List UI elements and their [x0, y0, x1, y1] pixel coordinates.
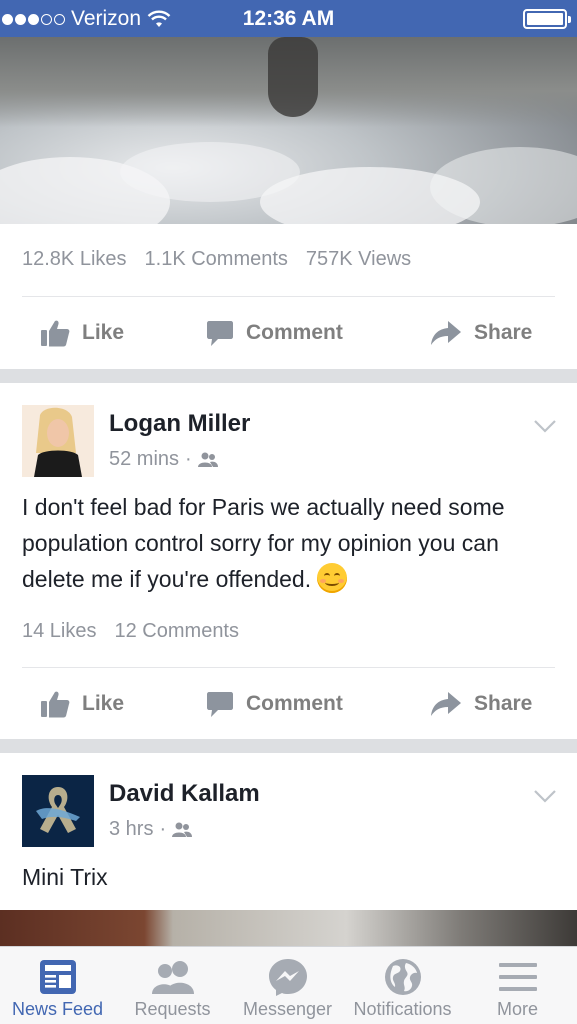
- divider: [22, 296, 555, 297]
- comment-icon: [207, 321, 233, 346]
- post-actions: Like Comment Share: [0, 298, 577, 368]
- video-thumbnail[interactable]: [0, 37, 577, 224]
- share-arrow-icon: [431, 321, 461, 345]
- avatar[interactable]: [22, 775, 94, 847]
- comment-button[interactable]: Comment: [206, 669, 343, 739]
- post-photo[interactable]: [0, 910, 577, 946]
- engagement-stats: 14 Likes 12 Comments: [22, 620, 239, 643]
- news-feed-icon: [39, 960, 76, 994]
- share-arrow-icon: [431, 692, 461, 716]
- post-actions: Like Comment Share: [0, 669, 577, 739]
- like-button[interactable]: Like: [40, 669, 124, 739]
- post-meta: 52 mins ·: [109, 448, 218, 471]
- divider: [22, 667, 555, 668]
- comments-count[interactable]: 12 Comments: [115, 620, 240, 643]
- smiling-face-icon: [317, 563, 348, 593]
- thumbs-up-icon: [41, 691, 70, 718]
- tab-requests[interactable]: Requests: [115, 947, 230, 1024]
- chevron-down-icon[interactable]: [533, 789, 557, 803]
- video-post-footer: 12.8K Likes 1.1K Comments 757K Views Lik…: [0, 224, 577, 369]
- tab-messenger[interactable]: Messenger: [230, 947, 345, 1024]
- post-time[interactable]: 52 mins: [109, 448, 179, 471]
- friends-icon: [197, 452, 218, 467]
- share-button[interactable]: Share: [430, 669, 532, 739]
- engagement-stats: 12.8K Likes 1.1K Comments 757K Views: [22, 248, 411, 271]
- comments-count[interactable]: 1.1K Comments: [145, 248, 288, 271]
- comment-button[interactable]: Comment: [206, 298, 343, 368]
- share-button[interactable]: Share: [430, 298, 532, 368]
- like-button[interactable]: Like: [40, 298, 124, 368]
- friends-icon: [172, 822, 193, 837]
- comment-icon: [207, 692, 233, 717]
- thumbs-up-icon: [41, 320, 70, 347]
- chevron-down-icon[interactable]: [533, 419, 557, 433]
- tab-news-feed[interactable]: News Feed: [0, 947, 115, 1024]
- views-count: 757K Views: [305, 248, 412, 270]
- messenger-icon: [268, 959, 307, 996]
- post-meta: 3 hrs ·: [109, 818, 193, 841]
- tab-notifications[interactable]: Notifications: [345, 947, 460, 1024]
- friend-requests-icon: [151, 961, 194, 994]
- likes-count[interactable]: 12.8K Likes: [22, 248, 127, 271]
- globe-icon: [384, 959, 421, 995]
- post-card: David Kallam 3 hrs · Mini Trix: [0, 753, 577, 910]
- menu-icon: [498, 963, 537, 991]
- avatar[interactable]: [22, 405, 94, 477]
- tab-bar: News Feed Requests Messenger Notificatio…: [0, 946, 577, 1024]
- author-name[interactable]: Logan Miller: [109, 410, 250, 438]
- post-text: I don't feel bad for Paris we actually n…: [22, 494, 505, 593]
- post-time[interactable]: 3 hrs: [109, 818, 153, 841]
- post-text: Mini Trix: [22, 864, 108, 890]
- post-card: Logan Miller 52 mins · I don't feel bad …: [0, 383, 577, 739]
- author-name[interactable]: David Kallam: [109, 780, 260, 808]
- status-bar: Verizon 12:36 AM: [0, 0, 577, 37]
- clock: 12:36 AM: [242, 7, 335, 30]
- likes-count[interactable]: 14 Likes: [22, 620, 97, 643]
- battery-icon: [523, 9, 571, 29]
- tab-more[interactable]: More: [460, 947, 575, 1024]
